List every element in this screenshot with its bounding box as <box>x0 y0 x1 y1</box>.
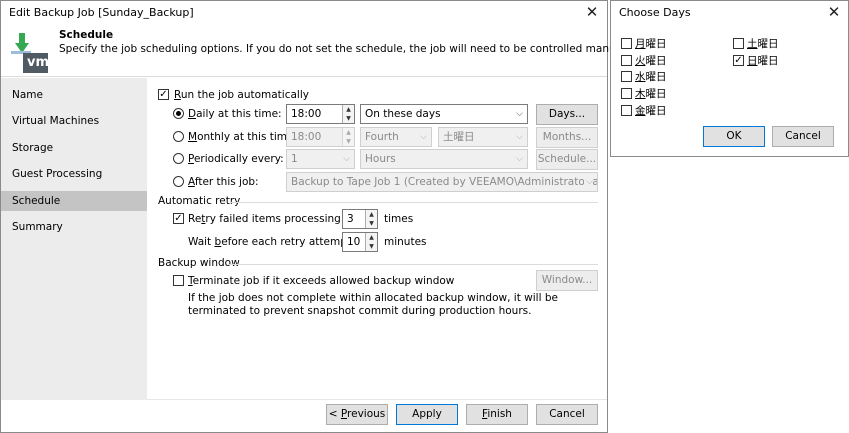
nav-item-virtual-machines[interactable]: Virtual Machines <box>1 111 147 131</box>
day-label-monday: 月曜日 <box>635 38 667 50</box>
monthly-radio[interactable] <box>173 131 184 142</box>
wait-unit: minutes <box>384 236 427 248</box>
cancel-button[interactable]: Cancel <box>536 404 598 425</box>
wait-minutes-spinner[interactable]: ▲ ▼ <box>365 233 377 251</box>
monthly-time-spinner[interactable]: ▲ ▼ <box>342 128 354 146</box>
periodically-radio[interactable] <box>173 153 184 164</box>
after-job-select[interactable]: Backup to Tape Job 1 (Created by VEEAMO\… <box>286 172 598 192</box>
day-checkbox-tuesday[interactable] <box>621 55 632 66</box>
daily-time-spinner[interactable]: ▲ ▼ <box>342 105 354 123</box>
choose-days-title-bar: Choose Days ✕ <box>611 1 848 25</box>
days-cancel-button[interactable]: Cancel <box>772 126 834 147</box>
spin-down-icon[interactable]: ▼ <box>366 242 377 251</box>
page-subtitle: Specify the job scheduling options. If y… <box>59 43 636 55</box>
spin-up-icon[interactable]: ▲ <box>343 105 354 114</box>
monthly-day-select[interactable]: 土曜日 ⌵ <box>438 127 528 147</box>
monthly-label: Monthly at this time: <box>188 131 298 143</box>
spin-down-icon[interactable]: ▼ <box>366 219 377 228</box>
nav-item-schedule[interactable]: Schedule <box>1 191 147 211</box>
day-label-sunday: 日曜日 <box>747 55 779 67</box>
close-icon[interactable]: ✕ <box>823 2 845 24</box>
months-button[interactable]: Months... <box>536 127 598 148</box>
spin-up-icon[interactable]: ▲ <box>366 233 377 242</box>
retry-checkbox[interactable]: ✓ <box>173 213 184 224</box>
day-checkbox-sunday[interactable]: ✓ <box>733 55 744 66</box>
day-label-wednesday: 水曜日 <box>635 71 667 83</box>
day-label-thursday: 木曜日 <box>635 88 667 100</box>
daily-label: Daily at this time: <box>188 108 282 120</box>
periodic-value-select[interactable]: 1 ⌵ <box>286 149 355 169</box>
vm-logo-icon: vm <box>10 31 50 75</box>
retry-label: Retry failed items processing: <box>188 213 345 225</box>
choose-days-title: Choose Days <box>619 6 691 19</box>
periodically-label: Periodically every: <box>188 153 284 165</box>
nav-item-summary[interactable]: Summary <box>1 217 147 237</box>
nav-item-name[interactable]: Name <box>1 85 147 105</box>
dialog-title: Edit Backup Job [Sunday_Backup] <box>9 6 194 19</box>
spin-down-icon[interactable]: ▼ <box>343 114 354 123</box>
finish-button[interactable]: Finish <box>466 404 528 425</box>
chevron-down-icon: ⌵ <box>584 173 593 191</box>
after-job-label: After this job: <box>188 176 259 188</box>
terminate-checkbox[interactable] <box>173 275 184 286</box>
backup-window-divider <box>228 264 598 265</box>
ok-button[interactable]: OK <box>703 126 765 147</box>
spin-up-icon[interactable]: ▲ <box>343 128 354 137</box>
title-bar: Edit Backup Job [Sunday_Backup] ✕ <box>1 1 607 25</box>
wizard-steps-nav: Name Virtual Machines Storage Guest Proc… <box>1 78 147 400</box>
schedule-button[interactable]: Schedule... <box>536 149 598 170</box>
retry-count-spinner[interactable]: ▲ ▼ <box>365 210 377 228</box>
chevron-down-icon: ⌵ <box>516 132 523 142</box>
nav-item-guest-processing[interactable]: Guest Processing <box>1 164 147 184</box>
day-checkbox-thursday[interactable] <box>621 88 632 99</box>
footer-divider <box>147 399 607 400</box>
retry-count-input[interactable]: 3 ▲ ▼ <box>342 209 378 229</box>
wait-minutes-input[interactable]: 10 ▲ ▼ <box>342 232 378 252</box>
nav-item-storage[interactable]: Storage <box>1 138 147 158</box>
edit-backup-job-dialog: Edit Backup Job [Sunday_Backup] ✕ vm Sch… <box>0 0 636 433</box>
spin-down-icon[interactable]: ▼ <box>343 137 354 146</box>
wizard-header: vm Schedule Specify the job scheduling o… <box>1 25 636 77</box>
chevron-down-icon: ⌵ <box>516 109 523 119</box>
automatic-retry-group-title: Automatic retry <box>158 195 241 207</box>
daily-time-input[interactable]: 18:00 ▲ ▼ <box>286 104 355 124</box>
page-title: Schedule <box>59 29 114 41</box>
spin-up-icon[interactable]: ▲ <box>366 210 377 219</box>
monthly-time-input[interactable]: 18:00 ▲ ▼ <box>286 127 355 147</box>
day-checkbox-wednesday[interactable] <box>621 71 632 82</box>
day-label-saturday: 土曜日 <box>747 38 779 50</box>
choose-days-dialog: Choose Days ✕ 月曜日 火曜日 水曜日 木曜日 金曜日 土曜日 ✓ … <box>610 0 849 157</box>
apply-button[interactable]: Apply <box>396 404 458 425</box>
run-automatically-checkbox[interactable]: ✓ <box>158 89 169 100</box>
previous-button[interactable]: < Previous <box>326 404 388 425</box>
run-automatically-label: Run the job automatically <box>174 89 309 101</box>
monthly-week-select[interactable]: Fourth ⌵ <box>360 127 432 147</box>
backup-window-group-title: Backup window <box>158 257 240 269</box>
day-label-tuesday: 火曜日 <box>635 55 667 67</box>
retry-unit: times <box>384 213 414 225</box>
chevron-down-icon: ⌵ <box>343 154 350 164</box>
day-checkbox-saturday[interactable] <box>733 38 744 49</box>
periodic-unit-select[interactable]: Hours ⌵ <box>360 149 528 169</box>
terminate-note-line-2: terminated to prevent snapshot commit du… <box>188 305 532 317</box>
logo-text: vm <box>27 55 50 70</box>
terminate-note-line-1: If the job does not complete within allo… <box>188 292 558 304</box>
window-button[interactable]: Window... <box>536 270 598 291</box>
chevron-down-icon: ⌵ <box>420 132 427 142</box>
day-checkbox-monday[interactable] <box>621 38 632 49</box>
days-button[interactable]: Days... <box>536 104 598 125</box>
day-checkbox-friday[interactable] <box>621 105 632 116</box>
daily-days-select[interactable]: On these days ⌵ <box>360 104 528 124</box>
terminate-label: Terminate job if it exceeds allowed back… <box>188 275 455 287</box>
chevron-down-icon: ⌵ <box>516 154 523 164</box>
day-label-friday: 金曜日 <box>635 105 667 117</box>
close-icon[interactable]: ✕ <box>581 2 603 24</box>
automatic-retry-divider <box>230 202 598 203</box>
daily-radio[interactable] <box>173 108 184 119</box>
after-job-radio[interactable] <box>173 176 184 187</box>
